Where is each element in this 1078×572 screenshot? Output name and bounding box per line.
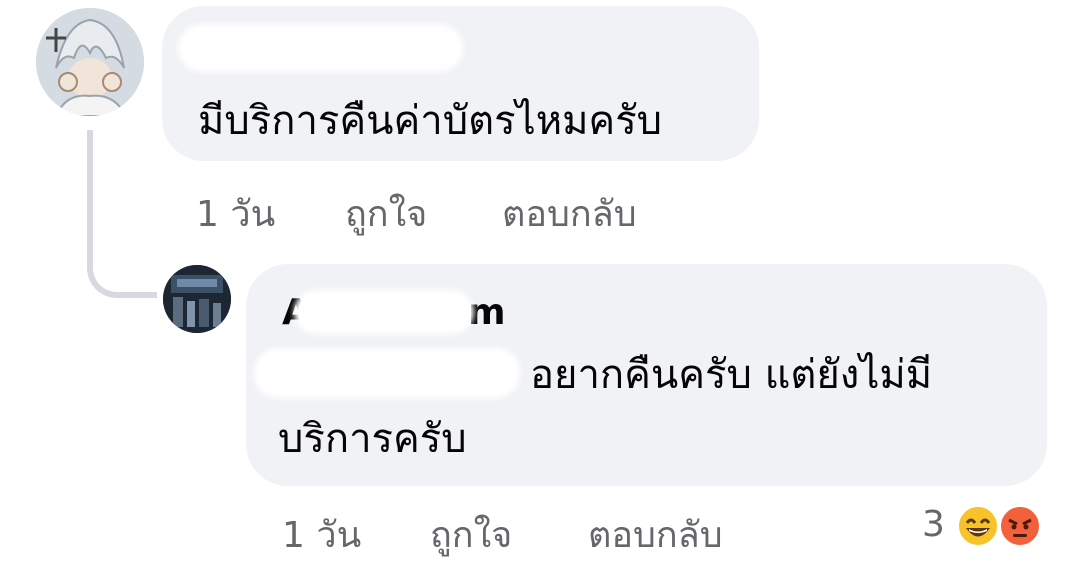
- angry-icon: [998, 504, 1042, 548]
- reply-bubble: A m N อยากคืนครับ แต่ยังไม่มี บริการครับ: [246, 264, 1047, 486]
- reaction-count: 3: [922, 504, 945, 545]
- thread-connector: [87, 130, 157, 298]
- haha-icon: [956, 504, 1000, 548]
- reply-button[interactable]: ตอบกลับ: [502, 185, 637, 242]
- like-button[interactable]: ถูกใจ: [430, 506, 512, 563]
- redaction-overlay: [182, 28, 459, 68]
- avatar-illustration: [163, 265, 231, 333]
- redaction-overlay: [298, 294, 470, 330]
- avatar-illustration: [36, 8, 144, 116]
- reply-text-line2: บริการครับ: [278, 416, 467, 462]
- reply-button[interactable]: ตอบกลับ: [588, 506, 723, 563]
- reply-text-line1: อยากคืนครับ แต่ยังไม่มี: [530, 352, 933, 398]
- reply-author-name-end[interactable]: m: [468, 292, 506, 333]
- like-button[interactable]: ถูกใจ: [345, 185, 427, 242]
- comment-timestamp[interactable]: 1 วัน: [196, 185, 275, 242]
- avatar[interactable]: [163, 265, 231, 333]
- redaction-overlay: [258, 352, 516, 394]
- reply-timestamp[interactable]: 1 วัน: [282, 506, 361, 563]
- comment-bubble: N มีบริการคืนค่าบัตรไหมครับ: [162, 6, 759, 161]
- reaction-summary[interactable]: 3: [922, 502, 1052, 554]
- avatar[interactable]: [36, 8, 144, 116]
- comment-text: มีบริการคืนค่าบัตรไหมครับ: [198, 98, 663, 144]
